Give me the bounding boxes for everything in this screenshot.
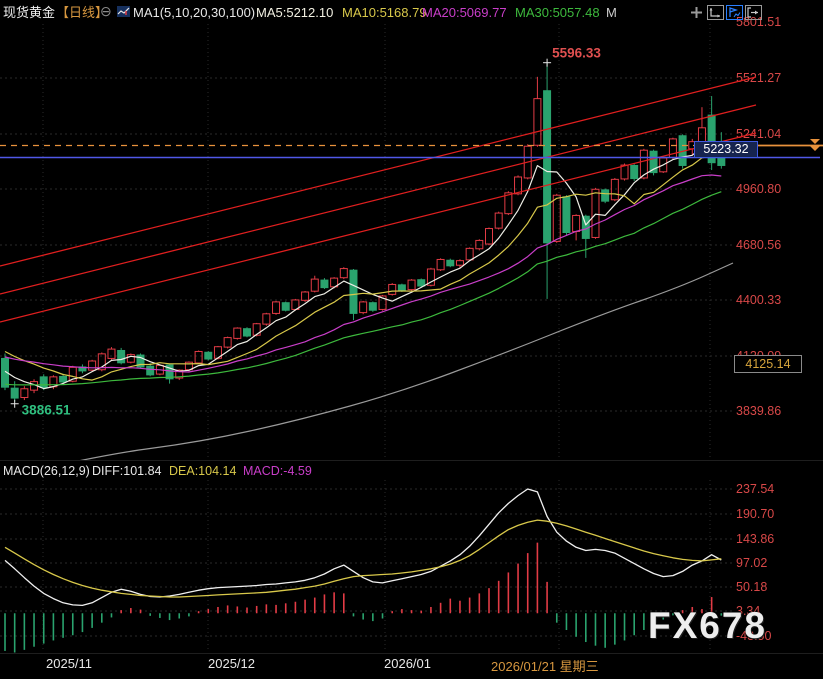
watermark: FX678 <box>648 605 768 646</box>
candlestick <box>446 259 455 267</box>
candlestick <box>107 348 116 359</box>
minute-menu[interactable]: M <box>606 5 617 20</box>
candlestick <box>436 258 445 271</box>
top-toolbar: 现货黄金 【日线】 ⊖ MA1(5,10,20,30,100) MA5:5212… <box>0 0 823 24</box>
low-price-label: 3886.51 <box>22 403 71 418</box>
ma10-value: MA10:5168.79 <box>342 5 427 20</box>
candlestick <box>368 302 377 311</box>
dea-value: DEA:104.14 <box>169 464 237 478</box>
exit-fullscreen-icon[interactable] <box>745 5 762 20</box>
ma5-value: MA5:5212.10 <box>256 5 334 20</box>
mini-chart-icon[interactable] <box>117 5 130 18</box>
candlestick <box>223 337 232 348</box>
candlestick <box>562 196 571 234</box>
candlestick <box>233 327 242 339</box>
candlestick <box>194 350 203 364</box>
candlestick <box>552 194 561 242</box>
trend-line <box>0 76 757 267</box>
candlestick <box>20 388 29 398</box>
move-tool-icon[interactable] <box>688 5 705 20</box>
candlestick <box>272 301 281 314</box>
candlestick <box>397 284 406 291</box>
candlestick <box>301 291 310 301</box>
ma30-line <box>4 191 722 386</box>
macd-value: MACD:-4.59 <box>243 464 312 478</box>
candlestick <box>610 178 619 201</box>
candlestick <box>543 90 552 244</box>
alert-level-label[interactable]: 4125.14 <box>734 355 802 373</box>
candlestick <box>533 98 542 146</box>
candlestick <box>465 247 474 261</box>
collapse-icon[interactable]: ⊖ <box>100 3 112 20</box>
candlestick <box>601 189 610 202</box>
candlestick <box>39 376 48 389</box>
candlestick <box>494 212 503 229</box>
ma-group-label: MA1(5,10,20,30,100) <box>133 5 256 20</box>
symbol-title: 现货黄金 <box>3 5 56 20</box>
candlestick <box>359 301 368 314</box>
panel-divider[interactable] <box>0 460 823 461</box>
candlestick <box>407 279 416 291</box>
trend-line <box>0 104 757 295</box>
candlestick <box>281 302 290 311</box>
candlestick <box>252 323 261 336</box>
candlestick <box>243 328 251 337</box>
candlestick <box>10 387 19 399</box>
ma30-value: MA30:5057.48 <box>515 5 600 20</box>
axis-scale-icon[interactable] <box>707 5 724 20</box>
ma20-value: MA20:5069.77 <box>422 5 507 20</box>
candlestick <box>204 351 213 360</box>
candlestick <box>349 269 358 314</box>
candlestick <box>630 164 639 180</box>
candlestick <box>620 164 629 180</box>
candlestick <box>88 360 97 371</box>
candlestick <box>320 279 329 289</box>
candlestick <box>591 188 600 238</box>
ma20-line <box>4 174 722 373</box>
candlestick <box>339 268 348 279</box>
diff-line <box>4 488 722 607</box>
diff-value: DIFF:101.84 <box>92 464 162 478</box>
candlestick <box>388 283 397 295</box>
ma10-line <box>4 155 722 381</box>
candlestick <box>146 365 155 376</box>
main-chart-canvas[interactable]: 5596.33 3886.51 <box>0 24 823 460</box>
candlestick <box>310 278 319 292</box>
candlestick <box>59 375 68 383</box>
dea-line <box>4 519 722 598</box>
high-price-label: 5596.33 <box>552 46 601 61</box>
candlestick <box>485 228 493 245</box>
current-price-tag[interactable]: 5223.32 <box>694 141 758 158</box>
candlestick <box>417 279 426 287</box>
macd-params-label[interactable]: MACD(26,12,9) <box>3 464 90 478</box>
trading-app: { "header": { "title": "现货黄金", "period":… <box>0 0 823 679</box>
candlestick <box>455 260 464 266</box>
ma5-line <box>4 145 722 390</box>
indicator-panel-icon[interactable] <box>726 5 743 20</box>
macd-header: MACD(26,12,9) DIFF:101.84 DEA:104.14 MAC… <box>0 464 823 480</box>
candlestick <box>117 349 126 364</box>
candlestick <box>262 313 271 325</box>
candlestick <box>572 214 581 233</box>
